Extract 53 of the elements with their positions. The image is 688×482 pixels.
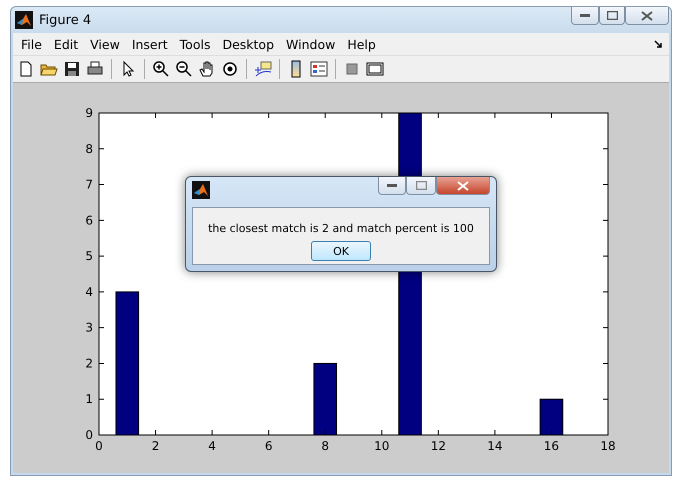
menu-item[interactable]: View [84,36,126,52]
y-tick-label: 1 [85,392,93,406]
menu-item[interactable]: File [15,36,48,52]
maximize-icon [416,181,426,190]
maximize-icon [606,11,618,20]
frame-icon[interactable] [366,60,384,78]
y-tick-label: 9 [85,106,93,120]
x-tick-label: 4 [208,439,216,453]
dock-arrow-icon[interactable] [654,40,663,48]
window-title: Figure 4 [39,12,92,28]
dialog-message: the closest match is 2 and match percent is 100 [208,222,474,235]
y-tick-label: 5 [85,249,93,264]
matlab-logo-icon [192,181,210,199]
y-tick-label: 7 [85,178,93,192]
y-tick-label: 3 [85,320,93,335]
matlab-logo-icon [15,11,33,29]
zoom-in-icon[interactable] [152,60,170,78]
minimize-button[interactable] [571,7,599,25]
close-icon [641,10,653,20]
menu-item[interactable]: Edit [48,36,84,52]
menu-item[interactable]: Window [280,36,342,52]
maximize-button[interactable] [406,177,436,195]
menu-item[interactable]: Desktop [216,36,280,52]
ok-button[interactable]: OK [311,241,371,261]
y-tick-label: 0 [85,428,93,442]
y-tick-label: 2 [85,356,93,370]
minimize-icon [580,14,590,18]
data-cursor-icon[interactable] [254,60,272,78]
x-tick-label: 2 [152,439,160,453]
close-button[interactable] [436,177,490,195]
x-tick-label: 16 [544,439,560,453]
x-tick-label: 8 [321,439,330,453]
y-tick-label: 6 [85,213,93,228]
x-tick-label: 0 [95,439,103,453]
rotate-icon[interactable] [221,60,239,78]
x-tick-label: 10 [374,439,390,453]
x-tick-label: 12 [430,439,446,453]
x-tick-label: 14 [487,439,503,453]
save-icon[interactable] [63,60,81,78]
maximize-button[interactable] [599,7,625,25]
menu-item[interactable]: Tools [174,36,216,52]
close-icon [457,180,469,190]
minimize-button[interactable] [378,177,406,195]
legend-icon[interactable] [310,60,328,78]
minimize-icon [387,184,397,188]
menu-item[interactable]: Insert [126,36,174,52]
close-button[interactable] [625,7,669,25]
y-tick-label: 8 [85,142,93,156]
y-tick-label: 4 [85,284,93,299]
x-tick-label: 18 [600,439,616,453]
menu-item[interactable]: Help [341,36,382,52]
x-tick-label: 6 [264,439,272,453]
zoom-out-icon[interactable] [175,60,193,78]
